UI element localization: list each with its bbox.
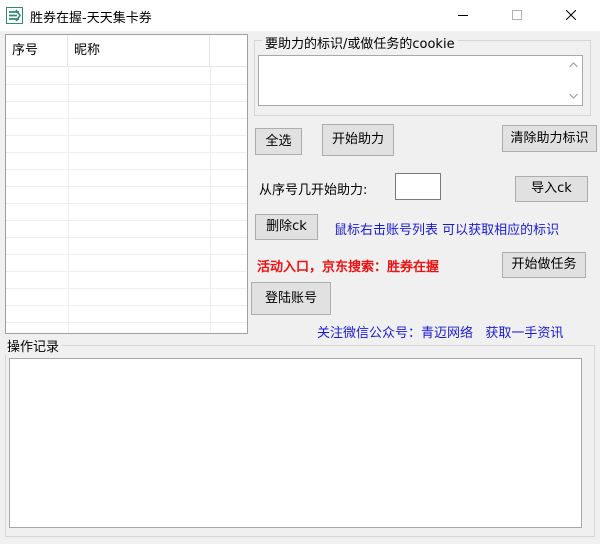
account-list-header: 序号 昵称 bbox=[6, 35, 247, 67]
cookie-scrollbar[interactable] bbox=[565, 56, 582, 105]
clear-help-id-button[interactable]: 清除助力标识 bbox=[502, 125, 597, 152]
grid-line bbox=[6, 254, 247, 255]
login-account-label: 登陆账号 bbox=[264, 291, 317, 306]
delete-ck-label: 删除ck bbox=[266, 219, 307, 234]
grid-line bbox=[6, 101, 247, 102]
cookie-input[interactable] bbox=[258, 55, 583, 106]
grid-line bbox=[6, 220, 247, 221]
app-logo-icon bbox=[6, 7, 23, 24]
account-list[interactable]: 序号 昵称 bbox=[5, 34, 248, 334]
activity-entry-text: 活动入口，京东搜索：胜券在握 bbox=[257, 260, 440, 275]
grid-line bbox=[68, 67, 69, 333]
grid-line bbox=[6, 118, 247, 119]
start-index-input[interactable] bbox=[395, 173, 441, 200]
grid-line bbox=[6, 322, 247, 323]
grid-line bbox=[6, 203, 247, 204]
window-title: 胜券在握-天天集卡券 bbox=[30, 11, 152, 26]
log-group-legend: 操作记录 bbox=[5, 336, 63, 355]
maximize-button[interactable] bbox=[494, 0, 540, 31]
grid-line bbox=[6, 169, 247, 170]
column-header-seq[interactable]: 序号 bbox=[6, 35, 68, 67]
grid-line bbox=[6, 186, 247, 187]
column-header-empty[interactable] bbox=[210, 35, 247, 67]
maximize-icon bbox=[512, 10, 522, 20]
start-help-button[interactable]: 开始助力 bbox=[322, 124, 394, 156]
grid-line bbox=[6, 152, 247, 153]
login-account-button[interactable]: 登陆账号 bbox=[251, 282, 331, 315]
close-icon bbox=[566, 10, 576, 20]
clear-help-id-label: 清除助力标识 bbox=[510, 131, 589, 146]
minimize-icon bbox=[458, 15, 468, 16]
select-all-label: 全选 bbox=[265, 134, 292, 149]
grid-line bbox=[6, 135, 247, 136]
start-help-label: 开始助力 bbox=[331, 132, 384, 147]
column-header-nickname[interactable]: 昵称 bbox=[68, 35, 210, 67]
right-click-tip: 鼠标右击账号列表 可以获取相应的标识 bbox=[334, 223, 560, 238]
delete-ck-button[interactable]: 删除ck bbox=[255, 214, 318, 240]
import-ck-label: 导入ck bbox=[531, 181, 572, 196]
grid-line bbox=[6, 271, 247, 272]
select-all-button[interactable]: 全选 bbox=[255, 128, 302, 155]
follow-wechat-text: 关注微信公众号：青迈网络 获取一手资讯 bbox=[317, 326, 564, 341]
grid-line bbox=[210, 67, 211, 333]
scroll-up-icon[interactable] bbox=[569, 62, 578, 68]
start-task-label: 开始做任务 bbox=[511, 257, 577, 272]
grid-line bbox=[6, 84, 247, 85]
import-ck-button[interactable]: 导入ck bbox=[515, 176, 588, 202]
grid-line bbox=[6, 237, 247, 238]
cookie-group-legend: 要助力的标识/或做任务的cookie bbox=[262, 33, 458, 52]
grid-line bbox=[6, 288, 247, 289]
grid-line bbox=[6, 305, 247, 306]
operation-log[interactable] bbox=[9, 358, 582, 528]
start-task-button[interactable]: 开始做任务 bbox=[502, 252, 586, 278]
minimize-button[interactable] bbox=[440, 0, 486, 31]
scroll-down-icon[interactable] bbox=[569, 93, 578, 99]
title-bar[interactable]: 胜券在握-天天集卡券 bbox=[0, 0, 600, 31]
close-button[interactable] bbox=[548, 0, 594, 31]
start-index-label: 从序号几开始助力: bbox=[259, 183, 368, 198]
